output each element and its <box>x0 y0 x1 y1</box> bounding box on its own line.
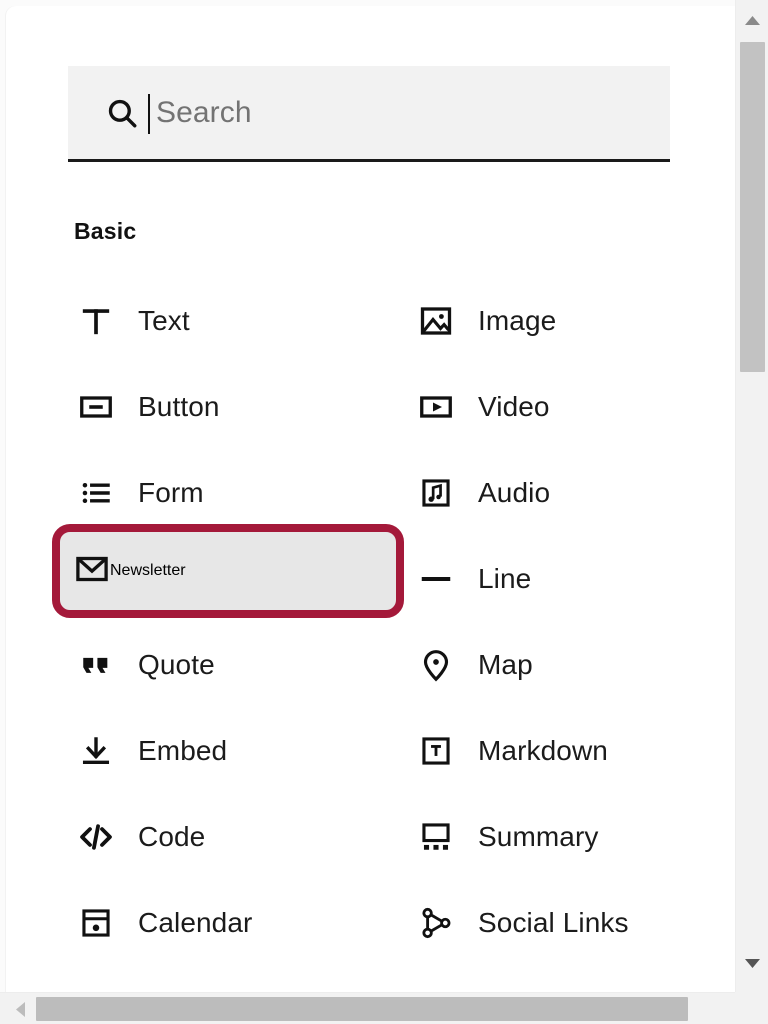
chevron-up-icon <box>744 15 761 26</box>
chevron-down-icon <box>744 958 761 969</box>
block-label: Video <box>478 391 550 422</box>
block-picker-panel: Search Basic Text Image Button Video For… <box>6 6 735 992</box>
line-icon <box>414 557 458 601</box>
block-label: Newsletter <box>110 562 186 579</box>
block-row: Quote Map <box>6 622 735 708</box>
social-links-icon <box>414 901 458 945</box>
block-grid: Text Image Button Video Form Audio Line … <box>6 278 735 992</box>
text-caret <box>148 94 150 134</box>
block-label: Summary <box>478 821 599 852</box>
block-row: Code Summary <box>6 794 735 880</box>
vertical-scrollbar[interactable] <box>735 0 768 992</box>
scrollbar-corner <box>735 992 768 1024</box>
horizontal-scroll-thumb[interactable] <box>36 997 688 1021</box>
block-label: Social Links <box>478 907 629 938</box>
scroll-down-button[interactable] <box>736 947 768 980</box>
vertical-scroll-thumb[interactable] <box>740 42 765 372</box>
search-icon <box>96 96 148 130</box>
horizontal-scrollbar[interactable] <box>0 992 768 1024</box>
block-row: Button Video <box>6 364 735 450</box>
block-item-newsletter[interactable]: Newsletter <box>74 524 404 618</box>
block-item-map[interactable]: Map <box>6 622 533 708</box>
block-row: Embed Markdown <box>6 708 735 794</box>
block-label: Line <box>478 563 532 594</box>
scroll-up-button[interactable] <box>736 4 768 37</box>
block-row: Chart Accordion <box>6 966 735 992</box>
map-pin-icon <box>414 643 458 687</box>
block-item-video[interactable]: Video <box>6 364 550 450</box>
summary-icon <box>414 815 458 859</box>
block-row: Text Image <box>6 278 735 364</box>
block-item-summary[interactable]: Summary <box>6 794 598 880</box>
video-icon <box>414 385 458 429</box>
block-label: Markdown <box>478 735 608 766</box>
block-label: Audio <box>478 477 551 508</box>
search-placeholder: Search <box>156 95 252 129</box>
block-label: Image <box>478 305 557 336</box>
block-item-markdown[interactable]: Markdown <box>6 708 608 794</box>
audio-icon <box>414 471 458 515</box>
search-bar[interactable]: Search <box>68 66 670 162</box>
block-item-accordion[interactable]: Accordion <box>6 966 414 992</box>
block-picker-screen: Search Basic Text Image Button Video For… <box>0 0 768 1024</box>
block-label: Map <box>478 649 533 680</box>
scroll-left-button[interactable] <box>4 993 36 1024</box>
section-heading-basic: Basic <box>74 218 137 244</box>
block-item-social-links[interactable]: Social Links <box>6 880 629 966</box>
markdown-icon <box>414 729 458 773</box>
chevron-left-icon <box>15 1001 26 1018</box>
envelope-icon <box>74 551 110 592</box>
search-input[interactable]: Search <box>148 66 670 159</box>
block-item-image[interactable]: Image <box>6 278 556 364</box>
image-icon <box>414 299 458 343</box>
block-row: Calendar Social Links <box>6 880 735 966</box>
